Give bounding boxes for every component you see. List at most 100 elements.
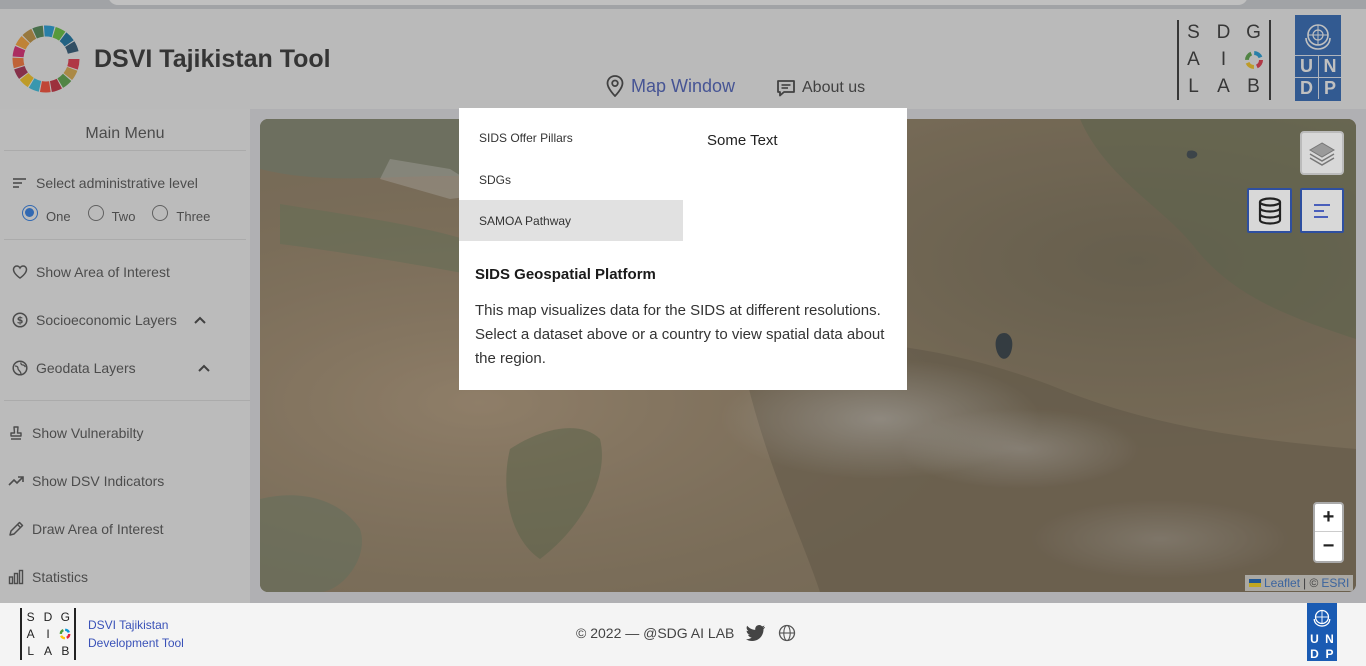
- tab-content-text: Some Text: [707, 132, 778, 149]
- info-panel: SIDS Offer Pillars SDGs SAMOA Pathway So…: [459, 108, 907, 390]
- esri-link[interactable]: ESRI: [1321, 576, 1349, 590]
- logo-letter: G: [60, 609, 70, 624]
- sidebar-item-show-dsv-indicators[interactable]: Show DSV Indicators: [8, 473, 164, 489]
- bar-chart-icon: [8, 569, 24, 585]
- radio-label: Three: [176, 209, 211, 224]
- logo-letter: G: [1246, 22, 1262, 44]
- sort-lines-icon: [13, 178, 26, 188]
- map-pin-icon: [606, 75, 624, 97]
- divider: [4, 150, 246, 151]
- tab-sids-offer-pillars[interactable]: SIDS Offer Pillars: [459, 117, 683, 158]
- logo-letter: P: [1325, 646, 1334, 661]
- app-title: DSVI Tajikistan Tool: [94, 45, 331, 73]
- svg-text:$: $: [17, 316, 24, 327]
- admin-level-label-row: Select administrative level: [12, 175, 198, 191]
- logo-letter: N: [1318, 55, 1341, 77]
- menu-title: Main Menu: [85, 125, 165, 142]
- logo-letter: P: [1318, 77, 1341, 99]
- undp-logo: U N D P: [1295, 15, 1341, 101]
- logo-letter: U: [1295, 55, 1318, 77]
- heart-icon: [12, 265, 28, 279]
- admin-level-label: Select administrative level: [36, 175, 198, 191]
- chevron-up-icon[interactable]: [193, 315, 207, 325]
- footer-sdg-ai-lab-logo: S D G A I L A B: [20, 608, 76, 660]
- pencil-icon: [9, 521, 24, 536]
- sidebar-item-label: Draw Area of Interest: [32, 521, 164, 537]
- logo-letter: D: [43, 609, 53, 624]
- radio-level-one[interactable]: One: [22, 205, 71, 224]
- sidebar-item-draw-area-of-interest[interactable]: Draw Area of Interest: [8, 521, 164, 537]
- sidebar-item-label: Socioeconomic Layers: [36, 312, 177, 328]
- tab-samoa-pathway[interactable]: SAMOA Pathway: [459, 200, 683, 241]
- zoom-out-button[interactable]: −: [1315, 532, 1342, 560]
- footer-undp-logo: U N D P: [1307, 603, 1337, 661]
- sidebar-item-show-vulnerability[interactable]: Show Vulnerabilty: [8, 425, 144, 441]
- footer: S D G A I L A B DSVI Tajikistan Developm…: [0, 603, 1366, 666]
- header: DSVI Tajikistan Tool Map Window About us…: [0, 9, 1366, 109]
- nav-about-us[interactable]: About us: [776, 79, 865, 97]
- un-emblem-icon: [1295, 15, 1341, 55]
- sidebar-item-label: Show Vulnerabilty: [32, 425, 144, 441]
- align-left-icon: [1314, 203, 1330, 218]
- tab-sdgs[interactable]: SDGs: [459, 159, 683, 200]
- radio-level-two[interactable]: Two: [87, 205, 136, 224]
- logo-letter: I: [46, 626, 50, 641]
- zoom-in-button[interactable]: +: [1315, 504, 1342, 532]
- chevron-up-icon[interactable]: [197, 363, 211, 373]
- sdg-wheel-icon: [59, 628, 71, 640]
- divider: [4, 400, 250, 401]
- sdg-ai-lab-logo: S D G A I L A B: [1177, 20, 1271, 100]
- nav-map-window[interactable]: Map Window: [605, 75, 735, 97]
- radio-label: One: [46, 209, 71, 224]
- globe-icon[interactable]: [778, 624, 796, 642]
- logo-letter: B: [61, 644, 70, 659]
- sidebar-item-statistics[interactable]: Statistics: [8, 569, 88, 585]
- logo-letter: L: [27, 644, 34, 659]
- logo-letter: S: [26, 609, 35, 624]
- message-icon: [777, 80, 795, 97]
- leaflet-link[interactable]: Leaflet: [1264, 576, 1300, 590]
- logo-letter: B: [1247, 75, 1261, 97]
- logo-letter: A: [1217, 75, 1231, 97]
- copyright-text: © 2022 — @SDG AI LAB: [576, 625, 735, 641]
- map-attribution: Leaflet | © ESRI: [1245, 575, 1354, 591]
- radio-circle[interactable]: [152, 205, 169, 221]
- logo-letter: S: [1187, 22, 1201, 44]
- footer-copyright-row: © 2022 — @SDG AI LAB: [576, 624, 796, 642]
- logo-letter: D: [1295, 77, 1318, 99]
- logo-letter: N: [1325, 631, 1334, 646]
- layers-control-button[interactable]: [1300, 131, 1344, 175]
- logo-letter: D: [1216, 22, 1232, 44]
- radio-label: Two: [111, 209, 136, 224]
- radio-circle[interactable]: [87, 205, 104, 221]
- address-bar: [108, 0, 1248, 5]
- logo-letter: A: [43, 644, 52, 659]
- stamp-icon: [10, 426, 22, 440]
- logo-letter: U: [1310, 631, 1319, 646]
- legend-menu-button[interactable]: [1300, 188, 1344, 233]
- divider: [4, 239, 246, 240]
- sidebar-item-area-of-interest[interactable]: Show Area of Interest: [12, 264, 170, 280]
- nav-about-us-label: About us: [802, 79, 866, 96]
- sidebar-item-label: Geodata Layers: [36, 360, 136, 376]
- sdg-wheel-logo: [12, 25, 80, 93]
- browser-top-strip: [0, 0, 1366, 9]
- globe-icon: [12, 360, 28, 376]
- ukraine-flag-icon: [1249, 579, 1261, 587]
- admin-level-radio-group: One Two Three: [22, 205, 211, 224]
- radio-circle[interactable]: [22, 205, 38, 221]
- footer-app-name[interactable]: DSVI Tajikistan Development Tool: [88, 616, 184, 652]
- zoom-control: + −: [1313, 502, 1344, 563]
- nav-map-window-label: Map Window: [631, 75, 736, 96]
- twitter-icon[interactable]: [746, 625, 766, 641]
- sidebar-item-socioeconomic-layers[interactable]: $ Socioeconomic Layers: [12, 312, 177, 328]
- dataset-button[interactable]: [1247, 188, 1292, 233]
- radio-level-three[interactable]: Three: [152, 205, 211, 224]
- logo-letter: L: [1188, 75, 1200, 97]
- database-icon: [1258, 196, 1281, 225]
- sidebar-item-label: Show DSV Indicators: [32, 473, 165, 489]
- sidebar-item-label: Statistics: [32, 569, 89, 585]
- panel-description: This map visualizes data for the SIDS at…: [475, 302, 885, 367]
- sidebar-item-geodata-layers[interactable]: Geodata Layers: [12, 360, 136, 376]
- logo-letter: D: [1310, 646, 1319, 661]
